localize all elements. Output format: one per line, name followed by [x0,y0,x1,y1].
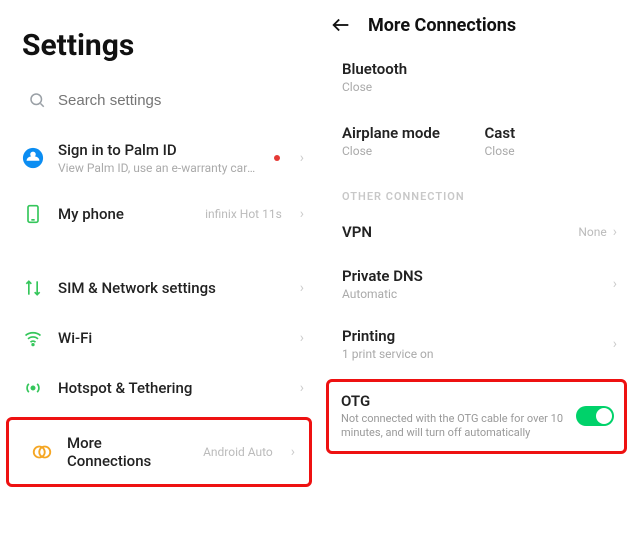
otg-toggle[interactable] [576,406,614,426]
row-text: Printing 1 print service on [342,327,607,361]
row-title: Cast [485,124,618,142]
search-input[interactable] [58,92,296,109]
chevron-right-icon: › [300,380,304,396]
row-subtitle: 1 print service on [342,347,607,361]
row-subtitle: Close [342,144,475,158]
row-text: Wi-Fi [58,329,286,347]
row-subtitle: Not connected with the OTG cable for ove… [341,412,566,441]
row-title: VPN [342,223,578,241]
row-subtitle: Automatic [342,287,607,301]
row-bluetooth[interactable]: Bluetooth Close [318,46,635,106]
row-text: Sign in to Palm ID View Palm ID, use an … [58,141,260,175]
row-airplane-mode[interactable]: Airplane mode Close [342,124,475,158]
row-text: Hotspot & Tethering [58,379,286,397]
connections-icon [31,441,53,463]
row-cast[interactable]: Cast Close [485,124,618,158]
row-title: Sign in to Palm ID [58,141,260,159]
row-more-connections[interactable]: More Connections Android Auto › [6,417,312,487]
row-right-value: None [578,225,606,239]
palm-id-icon [22,147,44,169]
sim-icon [22,277,44,299]
notification-dot-icon [274,155,280,161]
chevron-right-icon: › [613,336,617,352]
row-sim-network[interactable]: SIM & Network settings › [0,263,318,313]
row-title: Wi-Fi [58,329,286,347]
row-subtitle: View Palm ID, use an e-warranty card, an… [58,161,260,175]
row-title: More Connections [67,434,189,470]
row-text: VPN [342,223,578,241]
row-text: Private DNS Automatic [342,267,607,301]
chevron-right-icon: › [291,444,295,460]
chevron-right-icon: › [300,330,304,346]
phone-icon [22,203,44,225]
row-title: Bluetooth [342,60,617,78]
search-row[interactable] [0,63,318,127]
search-icon [28,91,46,109]
chevron-right-icon: › [613,276,617,292]
row-title: Airplane mode [342,124,475,142]
row-private-dns[interactable]: Private DNS Automatic › [318,253,635,313]
row-subtitle: Close [342,80,617,94]
row-vpn[interactable]: VPN None › [318,209,635,253]
row-right-value: Android Auto [203,445,273,459]
row-title: My phone [58,205,191,223]
chevron-right-icon: › [300,206,304,222]
settings-panel: Settings Sign in to Palm ID View Palm ID… [0,0,318,540]
row-text: Bluetooth Close [342,60,617,94]
row-otg[interactable]: OTG Not connected with the OTG cable for… [326,379,627,454]
row-text: OTG Not connected with the OTG cable for… [341,392,566,441]
row-my-phone[interactable]: My phone infinix Hot 11s › [0,189,318,239]
row-text: My phone [58,205,191,223]
row-palm-id[interactable]: Sign in to Palm ID View Palm ID, use an … [0,127,318,189]
row-text: More Connections [67,434,189,470]
back-icon[interactable] [330,14,352,36]
row-title: OTG [341,392,566,410]
row-title: Hotspot & Tethering [58,379,286,397]
row-wifi[interactable]: Wi-Fi › [0,313,318,363]
row-title: SIM & Network settings [58,279,286,297]
row-text: SIM & Network settings [58,279,286,297]
row-title: Private DNS [342,267,607,285]
wifi-icon [22,327,44,349]
hotspot-icon [22,377,44,399]
row-airplane-cast: Airplane mode Close Cast Close [318,106,635,170]
chevron-right-icon: › [300,280,304,296]
header-title: More Connections [368,15,516,36]
chevron-right-icon: › [300,150,304,166]
row-right-value: infinix Hot 11s [205,207,282,221]
row-subtitle: Close [485,144,618,158]
row-hotspot[interactable]: Hotspot & Tethering › [0,363,318,413]
row-printing[interactable]: Printing 1 print service on › [318,313,635,373]
page-title: Settings [0,0,318,63]
chevron-right-icon: › [613,224,617,240]
row-title: Printing [342,327,607,345]
section-label-other: OTHER CONNECTION [318,170,635,209]
more-connections-panel: More Connections Bluetooth Close Airplan… [318,0,635,540]
header: More Connections [318,0,635,46]
